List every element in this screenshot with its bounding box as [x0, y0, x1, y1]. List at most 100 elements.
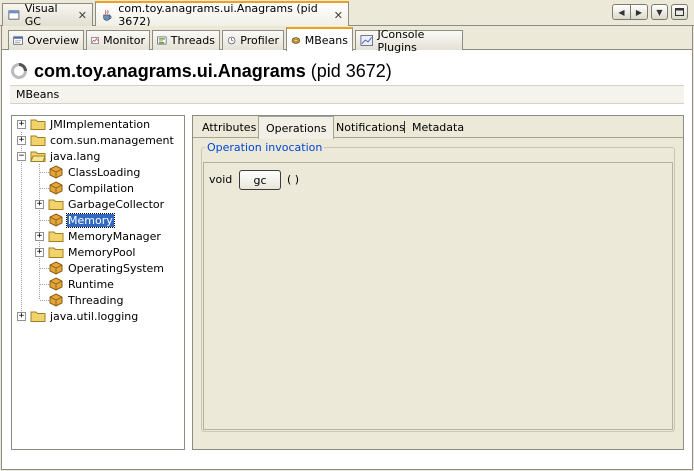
monitor-icon — [91, 37, 99, 44]
mbean-icon — [49, 181, 63, 195]
expand-icon[interactable]: + — [35, 247, 44, 257]
tab-metadata[interactable]: Metadata — [405, 116, 471, 138]
application-panel: Overview Monitor Threads Profiler MBeans… — [1, 26, 693, 470]
folder-icon — [30, 135, 46, 146]
tree-node-classloading[interactable]: ClassLoading — [35, 164, 141, 180]
view-tab-bar: Overview Monitor Threads Profiler MBeans… — [2, 26, 692, 54]
doc-tab-anagrams[interactable]: com.toy.anagrams.ui.Anagrams (pid 3672) … — [95, 1, 349, 28]
mbean-tree[interactable]: + JMImplementation + com.sun.management … — [11, 115, 185, 450]
tree-node-label: com.sun.management — [50, 133, 174, 147]
tab-overview[interactable]: Overview — [8, 30, 84, 50]
tab-label: Profiler — [240, 34, 279, 47]
operation-list: void gc ( ) — [203, 162, 673, 430]
tab-label: Attributes — [202, 120, 257, 134]
maximize-icon[interactable] — [671, 4, 688, 20]
tab-label: Monitor — [103, 34, 145, 47]
operation-invocation-group: Operation invocation void gc ( ) — [201, 141, 675, 432]
tab-profiler[interactable]: Profiler — [222, 30, 284, 50]
tree-node-memory[interactable]: Memory — [35, 212, 115, 228]
threads-icon — [157, 36, 167, 45]
java-cup-icon — [103, 9, 112, 21]
mbeans-icon — [291, 36, 301, 44]
tree-node-memorymanager[interactable]: + MemoryManager — [35, 228, 162, 244]
tree-node-label: ClassLoading — [68, 165, 141, 179]
document-tab-bar: Visual GC ✕ com.toy.anagrams.ui.Anagrams… — [0, 0, 694, 28]
tab-list-dropdown-icon[interactable]: ▼ — [651, 4, 668, 20]
tab-jconsole-plugins[interactable]: JConsole Plugins — [355, 28, 463, 54]
loading-spinner-icon — [11, 63, 27, 79]
operation-params: ( ) — [287, 173, 300, 186]
gc-button[interactable]: gc — [239, 170, 281, 190]
folder-icon — [48, 231, 64, 242]
open-folder-icon — [30, 151, 46, 162]
profiler-icon — [227, 36, 236, 45]
detail-tab-bar: Attributes Operations Notifications Meta… — [193, 116, 683, 139]
tab-label: Operations — [266, 121, 327, 135]
tab-label: Overview — [27, 34, 79, 47]
tree-node-label: java.util.logging — [50, 309, 139, 323]
mbean-icon — [49, 293, 63, 307]
tree-node-memorypool[interactable]: + MemoryPool — [35, 244, 137, 260]
tab-label: Metadata — [412, 120, 465, 134]
expand-icon[interactable]: + — [17, 119, 26, 129]
jconsole-plugins-icon — [360, 35, 374, 46]
tab-navigation: ◀ ▶ ▼ — [612, 4, 688, 20]
section-label: MBeans — [16, 88, 60, 101]
doc-tab-visual-gc[interactable]: Visual GC ✕ — [2, 2, 93, 28]
tree-node-label: GarbageCollector — [68, 197, 165, 211]
scroll-left-icon[interactable]: ◀ — [613, 5, 630, 19]
folder-icon — [48, 199, 64, 210]
expand-icon[interactable]: + — [17, 135, 26, 145]
tree-node-label: Threading — [68, 293, 124, 307]
mbean-detail-panel: Attributes Operations Notifications Meta… — [192, 115, 684, 450]
tree-node-operatingsystem[interactable]: OperatingSystem — [35, 260, 165, 276]
tree-node-java-util-logging[interactable]: + java.util.logging — [17, 308, 139, 324]
collapse-icon[interactable]: − — [17, 151, 26, 161]
mbean-icon — [49, 213, 63, 227]
tree-node-label: java.lang — [50, 149, 101, 163]
process-id: (pid 3672) — [310, 60, 392, 81]
expand-icon[interactable]: + — [35, 231, 44, 241]
tab-monitor[interactable]: Monitor — [86, 30, 150, 50]
tree-node-label: Runtime — [68, 277, 114, 291]
expand-icon[interactable]: + — [17, 311, 26, 321]
tab-label: Threads — [170, 34, 215, 47]
tree-node-threading[interactable]: Threading — [35, 292, 124, 308]
close-icon[interactable]: ✕ — [78, 9, 87, 22]
overview-icon — [13, 36, 23, 45]
tab-label: Notifications — [336, 120, 405, 134]
tab-threads[interactable]: Threads — [152, 30, 220, 50]
tree-node-com-sun-management[interactable]: + com.sun.management — [17, 132, 175, 148]
tab-attributes[interactable]: Attributes — [195, 116, 263, 138]
doc-tab-label: com.toy.anagrams.ui.Anagrams (pid 3672) — [118, 2, 318, 28]
folder-icon — [48, 247, 64, 258]
mbean-icon — [49, 165, 63, 179]
tree-node-label: OperatingSystem — [68, 261, 165, 275]
section-header: MBeans — [10, 85, 684, 104]
tree-node-jmimplementation[interactable]: + JMImplementation — [17, 116, 151, 132]
tree-node-label: JMImplementation — [50, 117, 151, 131]
mbean-icon — [49, 261, 63, 275]
doc-tab-label: Visual GC — [24, 2, 58, 28]
scroll-right-icon[interactable]: ▶ — [630, 5, 647, 19]
tree-node-label: Compilation — [68, 181, 135, 195]
expand-icon[interactable]: + — [35, 199, 44, 209]
tree-node-label: MemoryPool — [68, 245, 136, 259]
folder-icon — [30, 119, 46, 130]
application-name: com.toy.anagrams.ui.Anagrams — [34, 60, 306, 81]
page-title: com.toy.anagrams.ui.Anagrams (pid 3672) — [10, 59, 392, 83]
tree-node-runtime[interactable]: Runtime — [35, 276, 115, 292]
tab-mbeans[interactable]: MBeans — [286, 27, 353, 51]
tree-node-garbagecollector[interactable]: + GarbageCollector — [35, 196, 165, 212]
folder-icon — [30, 311, 46, 322]
mbean-icon — [49, 277, 63, 291]
return-type: void — [209, 173, 233, 186]
window-icon — [8, 10, 20, 20]
tree-node-label: Memory — [66, 212, 115, 228]
close-icon[interactable]: ✕ — [334, 9, 343, 22]
group-title: Operation invocation — [205, 141, 325, 154]
tree-node-java-lang[interactable]: − java.lang — [17, 148, 101, 164]
tab-notifications[interactable]: Notifications — [329, 116, 412, 138]
tree-node-compilation[interactable]: Compilation — [35, 180, 135, 196]
tab-operations[interactable]: Operations — [258, 116, 335, 139]
